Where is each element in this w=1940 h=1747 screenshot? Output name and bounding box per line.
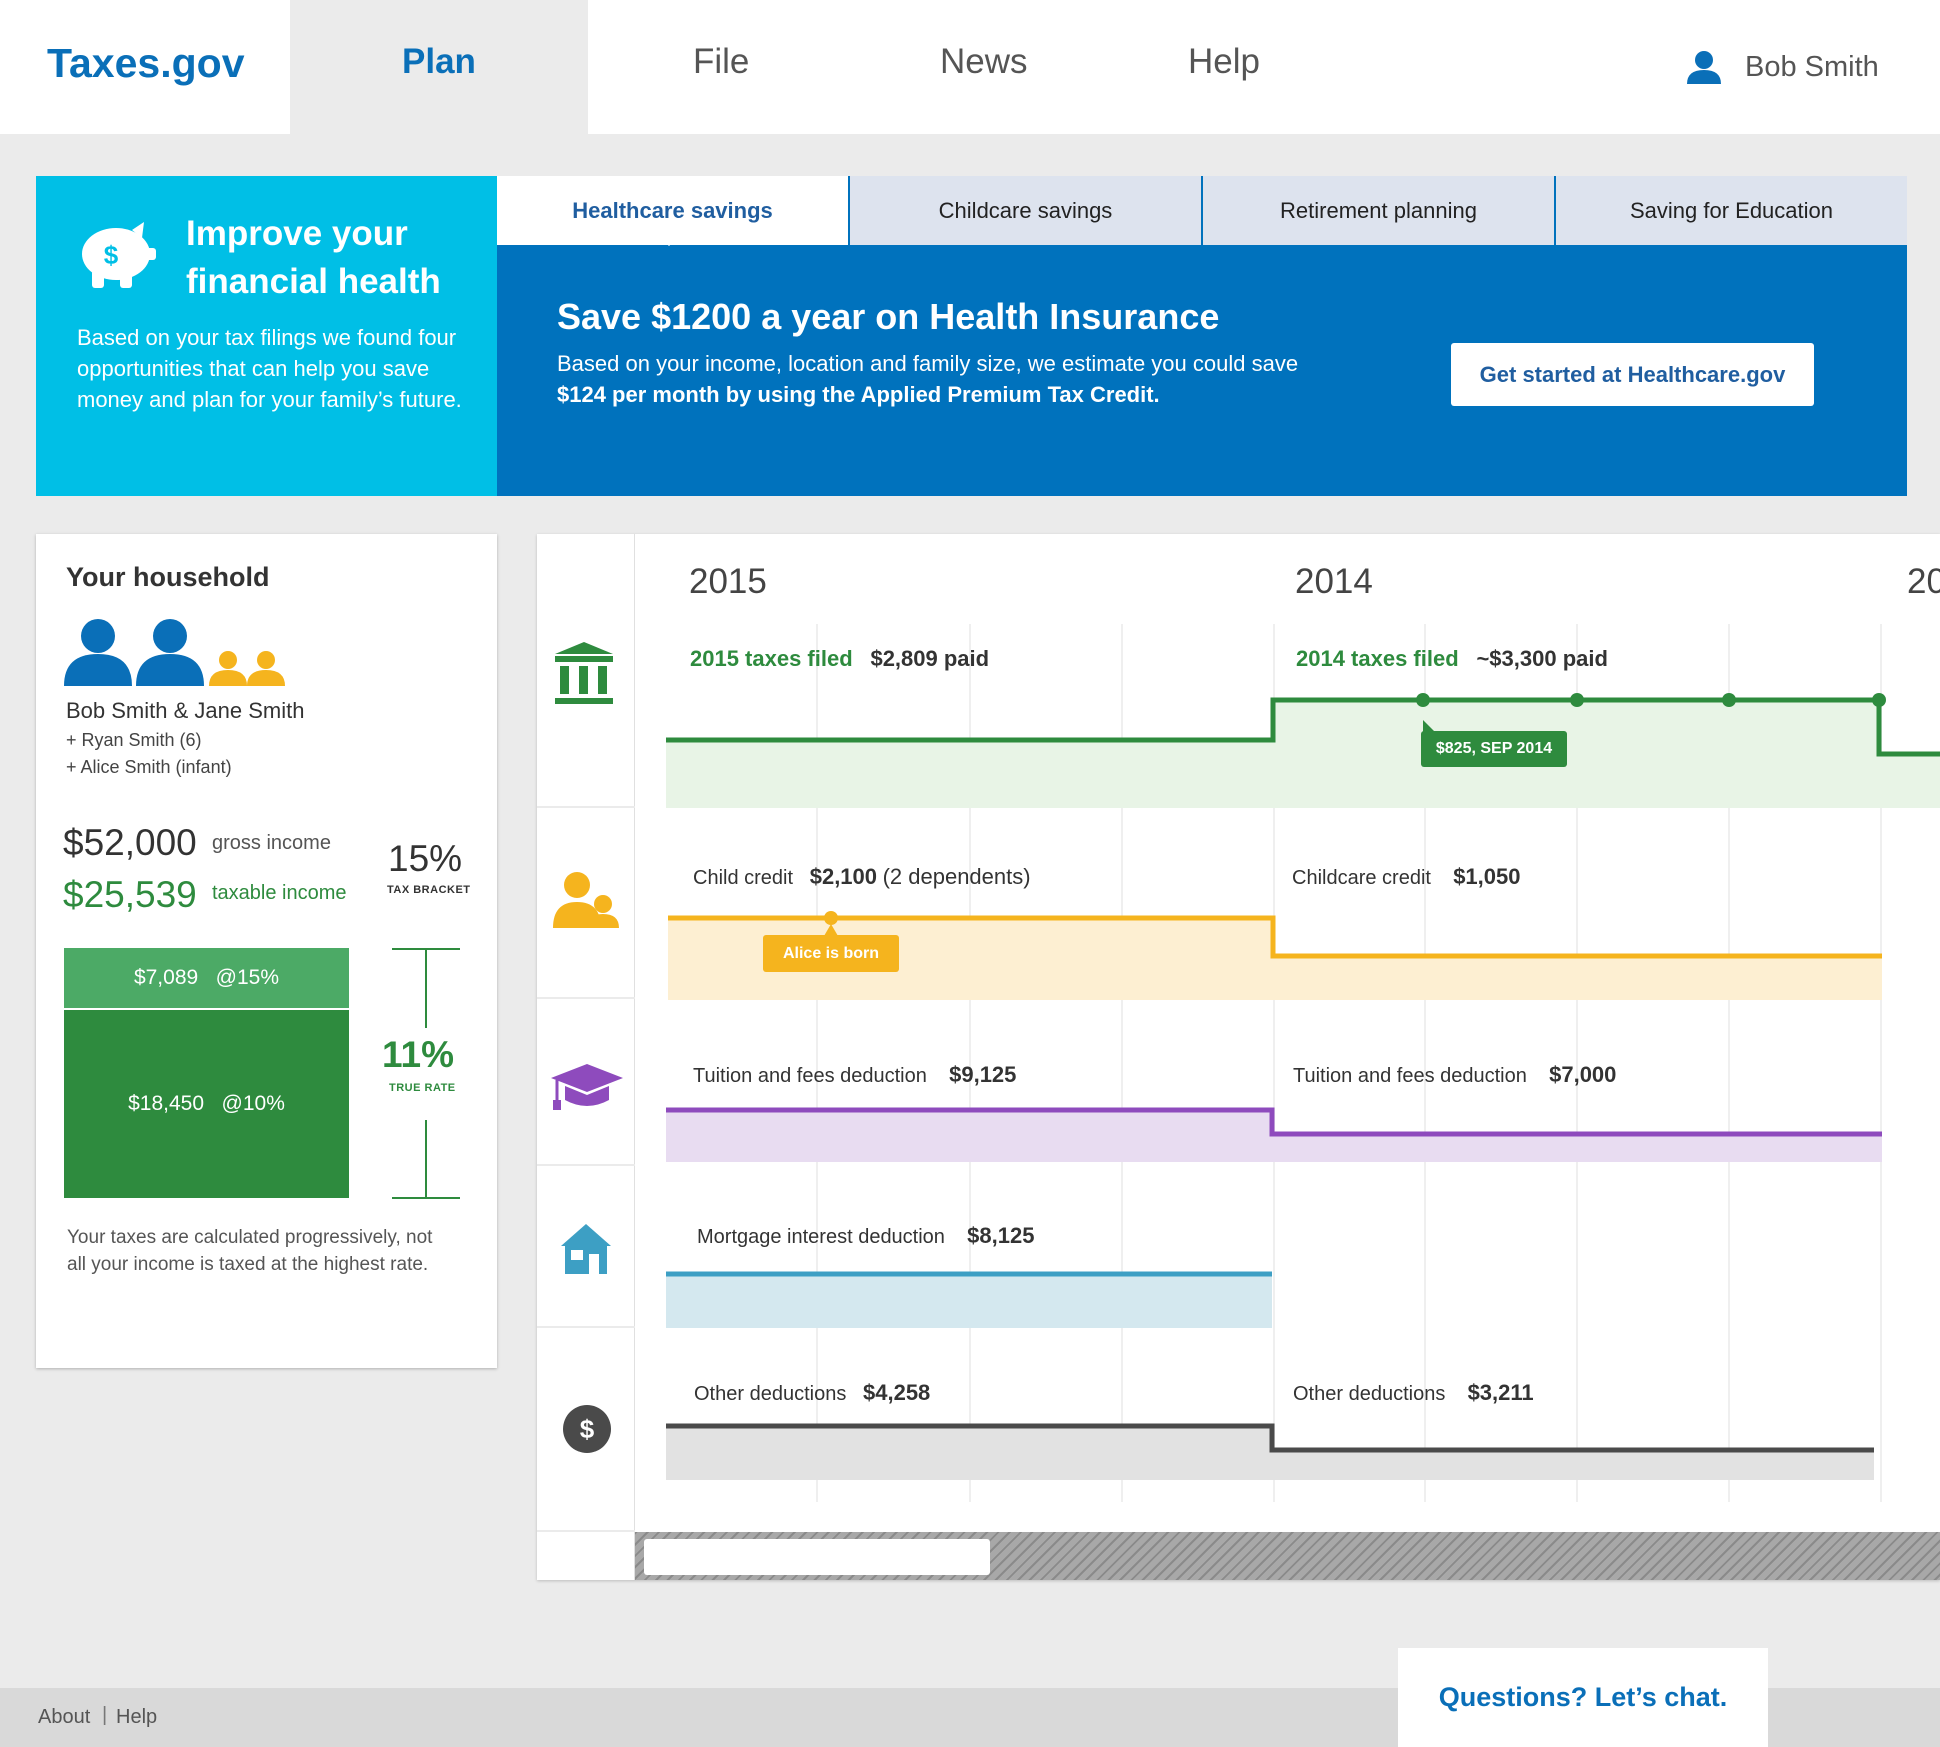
- user-name[interactable]: Bob Smith: [1745, 51, 1879, 84]
- taxes-2014-row: 2014 taxes filed ~$3,300 paid: [1296, 646, 1608, 672]
- footer-separator: |: [102, 1704, 108, 1726]
- row-divider: [537, 806, 635, 808]
- taxable-income-value: $25,539: [63, 874, 197, 915]
- tab-childcare-savings[interactable]: Childcare savings: [850, 176, 1201, 245]
- nav-help[interactable]: Help: [1188, 42, 1260, 82]
- tuition-2014-value: $7,000: [1549, 1062, 1617, 1087]
- year-label-2015: 2015: [689, 562, 767, 601]
- household-title: Your household: [66, 562, 270, 592]
- child-2015-value: $2,100: [809, 864, 878, 889]
- row-divider: [537, 997, 635, 999]
- taxes-point: [1722, 693, 1736, 707]
- child-2015-label: Child credit: [693, 867, 794, 889]
- household-child-2: + Alice Smith (infant): [66, 757, 232, 777]
- household-names: Bob Smith & Jane Smith: [66, 698, 305, 723]
- tax-bracket-value: 15%: [388, 838, 463, 879]
- mortgage-2015-row: Mortgage interest deduction $8,125: [697, 1223, 1034, 1249]
- taxes-2015-row: 2015 taxes filed $2,809 paid: [690, 646, 989, 672]
- taxes-area: [666, 700, 1940, 808]
- household-card: Your household Bob Smith & Jane Smith + …: [36, 534, 497, 1368]
- tuition-2014-row: Tuition and fees deduction $7,000: [1293, 1062, 1616, 1088]
- promo-title: Improve your financial health: [186, 214, 441, 301]
- mortgage-2015-value: $8,125: [967, 1223, 1035, 1248]
- other-2015-row: Other deductions $4,258: [694, 1380, 930, 1406]
- gross-income-label: gross income: [212, 832, 331, 854]
- child-2014-value: $1,050: [1453, 864, 1521, 889]
- taxes-2015-value: $2,809 paid: [870, 646, 990, 671]
- timeline-scroll-thumb[interactable]: [644, 1539, 990, 1575]
- row-divider: [537, 1164, 635, 1166]
- other-2015-label: Other deductions: [694, 1383, 847, 1405]
- svg-text:$: $: [580, 1414, 595, 1444]
- family-icon: [553, 872, 619, 928]
- graduation-cap-icon: [551, 1064, 623, 1110]
- taxes-2014-value: ~$3,300 paid: [1476, 646, 1608, 671]
- nav-plan[interactable]: Plan: [402, 42, 476, 82]
- taxable-income-label: taxable income: [212, 882, 347, 904]
- true-rate-label: TRUE RATE: [389, 1082, 456, 1094]
- mortgage-area: [666, 1274, 1272, 1328]
- svg-text:$: $: [104, 240, 119, 270]
- active-tab-pointer: [658, 236, 680, 246]
- financial-health-panel: $ Improve your financial health Based on…: [36, 176, 497, 496]
- savings-tabs-panel: Healthcare savings Childcare savings Ret…: [497, 176, 1907, 496]
- child-tooltip-text: Alice is born: [763, 935, 899, 972]
- tuition-2015-label: Tuition and fees deduction: [693, 1065, 927, 1087]
- other-2015-value: $4,258: [863, 1380, 931, 1405]
- taxes-2015-label: 2015 taxes filed: [690, 646, 853, 671]
- tab-retirement-planning[interactable]: Retirement planning: [1203, 176, 1554, 245]
- site-logo[interactable]: Taxes.gov: [47, 40, 245, 87]
- bank-icon: [555, 642, 613, 704]
- nav-file[interactable]: File: [693, 42, 749, 82]
- tab-healthcare-savings[interactable]: Healthcare savings: [497, 176, 848, 245]
- household-child-1: + Ryan Smith (6): [66, 730, 202, 750]
- progressive-tax-note: Your taxes are calculated progressively,…: [67, 1227, 433, 1275]
- chat-button[interactable]: Questions? Let’s chat.: [1398, 1648, 1768, 1747]
- year-label-partial: 20: [1907, 562, 1940, 601]
- income-bar-15-percent: $7,089 @15%: [64, 948, 349, 1008]
- gross-income-value: $52,000: [63, 822, 197, 863]
- savings-title: Save $1200 a year on Health Insurance: [557, 296, 1220, 337]
- nav-news[interactable]: News: [940, 42, 1028, 82]
- savings-text-strong: $124 per month by using the Applied Prem…: [557, 382, 1160, 407]
- child-2015-extra: (2 dependents): [882, 864, 1031, 889]
- child-2014-row: Childcare credit $1,050: [1292, 864, 1520, 890]
- house-icon: [561, 1224, 611, 1274]
- other-2014-value: $3,211: [1467, 1380, 1534, 1405]
- household-people-icon: [64, 619, 285, 686]
- tax-bracket-label: TAX BRACKET: [387, 884, 471, 896]
- footer-about-link[interactable]: About: [38, 1706, 90, 1729]
- tax-timeline: $ 2015 2014 20 2015 taxes filed $2,809 p…: [537, 534, 1940, 1580]
- tab-saving-for-education[interactable]: Saving for Education: [1556, 176, 1907, 245]
- mortgage-2015-label: Mortgage interest deduction: [697, 1226, 945, 1248]
- child-2015-row: Child credit $2,100 (2 dependents): [693, 864, 1031, 890]
- top-navigation: Taxes.gov Plan File News Help Bob Smith: [0, 0, 1940, 134]
- other-2014-row: Other deductions $3,211: [1293, 1380, 1534, 1406]
- child-2014-label: Childcare credit: [1292, 867, 1431, 889]
- taxes-point: [1570, 693, 1584, 707]
- tuition-2015-row: Tuition and fees deduction $9,125: [693, 1062, 1016, 1088]
- taxes-tooltip-text: $825, SEP 2014: [1421, 731, 1567, 767]
- savings-description: Based on your income, location and famil…: [557, 348, 1377, 410]
- promo-text: Based on your tax filings we found four …: [77, 325, 462, 412]
- category-icon-column: $: [537, 534, 635, 1580]
- taxes-point: [1416, 693, 1430, 707]
- savings-text: Based on your income, location and famil…: [557, 351, 1299, 376]
- user-icon[interactable]: [1686, 50, 1722, 84]
- dollar-icon: $: [563, 1405, 611, 1453]
- piggy-bank-icon: $: [82, 222, 156, 288]
- taxes-point: [1872, 693, 1886, 707]
- footer-help-link[interactable]: Help: [116, 1706, 157, 1729]
- row-divider: [537, 1326, 635, 1328]
- other-2014-label: Other deductions: [1293, 1383, 1446, 1405]
- child-credit-point: [824, 911, 838, 925]
- row-divider: [537, 1530, 635, 1532]
- income-bar-10-percent: $18,450 @10%: [64, 1010, 349, 1198]
- taxes-2014-label: 2014 taxes filed: [1296, 646, 1459, 671]
- tuition-2015-value: $9,125: [949, 1062, 1017, 1087]
- healthcare-gov-button[interactable]: Get started at Healthcare.gov: [1451, 343, 1814, 406]
- true-rate-value: 11%: [382, 1034, 455, 1075]
- tuition-2014-label: Tuition and fees deduction: [1293, 1065, 1527, 1087]
- year-label-2014: 2014: [1295, 562, 1373, 601]
